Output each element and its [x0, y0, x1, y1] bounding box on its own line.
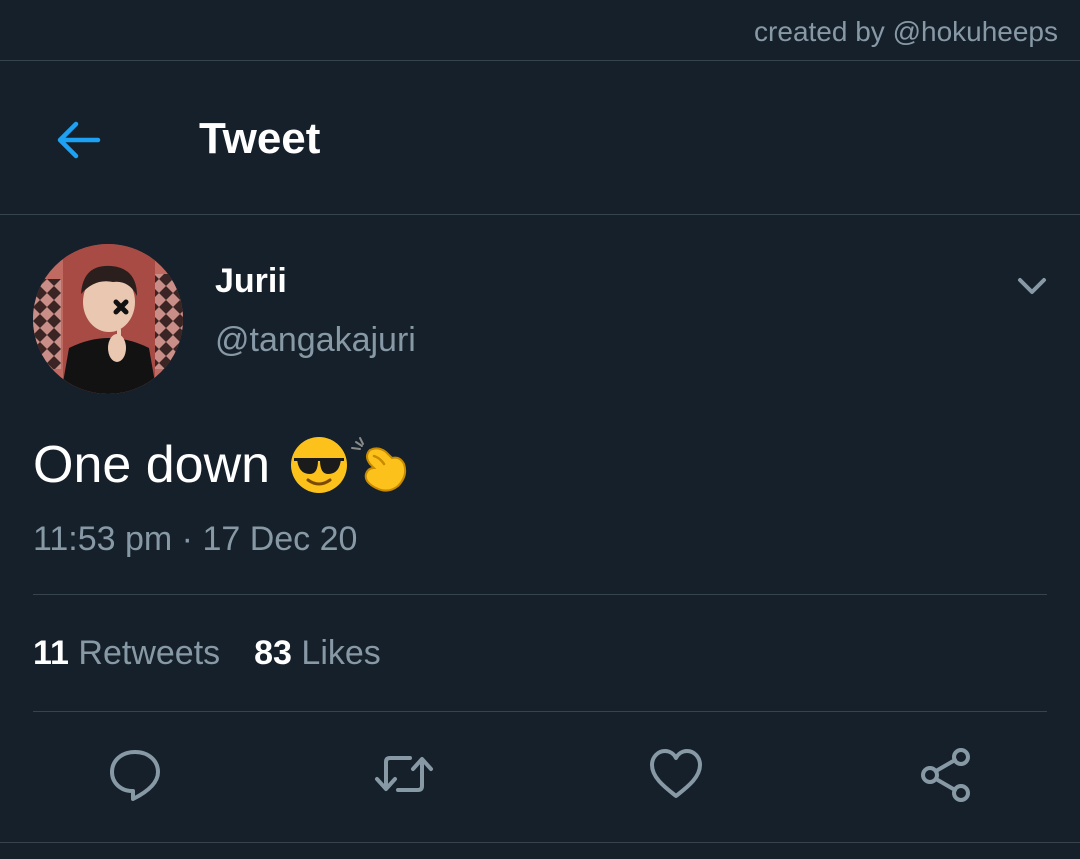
retweets-stat[interactable]: 11 Retweets	[33, 634, 220, 673]
arrow-left-icon	[57, 121, 101, 159]
likes-label: Likes	[301, 634, 381, 672]
user-handle: @tangakajuri	[215, 321, 416, 359]
reply-button[interactable]	[105, 744, 165, 804]
display-name[interactable]: Jurii	[215, 262, 287, 301]
sunglasses-emoji-icon	[288, 434, 350, 496]
chevron-down-icon	[1018, 278, 1046, 294]
page-title: Tweet	[199, 114, 321, 163]
heart-icon	[650, 749, 702, 798]
retweets-count: 11	[33, 634, 69, 672]
bottom-divider	[0, 842, 1080, 843]
tweet-text-content: One down	[33, 436, 271, 494]
avatar[interactable]	[33, 244, 183, 394]
back-button[interactable]	[50, 112, 106, 168]
tweet-text: One down	[33, 434, 412, 496]
tweet-timestamp[interactable]: 11:53 pm · 17 Dec 20	[33, 520, 357, 559]
header-bar: Tweet	[0, 62, 1080, 214]
retweet-button[interactable]	[374, 744, 434, 804]
likes-stat[interactable]: 83 Likes	[254, 634, 381, 673]
watermark-credit: created by @hokuheeps	[754, 16, 1058, 47]
engagement-stats: 11 Retweets 83 Likes	[33, 634, 381, 673]
share-button[interactable]	[916, 744, 976, 804]
retweet-icon	[375, 756, 433, 792]
top-divider	[0, 60, 1080, 61]
share-icon	[921, 748, 970, 802]
header-divider	[0, 214, 1080, 215]
retweets-label: Retweets	[78, 634, 221, 672]
stats-bottom-divider	[33, 711, 1047, 712]
more-options-button[interactable]	[1012, 270, 1052, 302]
stats-top-divider	[33, 594, 1047, 595]
reply-icon	[110, 750, 160, 801]
like-button[interactable]	[646, 744, 706, 804]
pinching-hand-emoji-icon	[350, 434, 412, 496]
likes-count: 83	[254, 634, 292, 672]
